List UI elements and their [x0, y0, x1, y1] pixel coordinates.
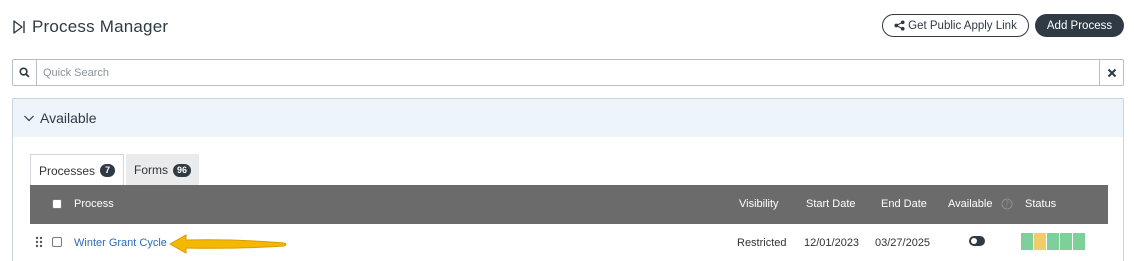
- process-link[interactable]: Winter Grant Cycle: [74, 237, 167, 249]
- drag-handle-icon[interactable]: [35, 236, 43, 248]
- status-bar: [1021, 233, 1086, 250]
- tab-forms-count-badge: 96: [173, 163, 192, 177]
- row-checkbox[interactable]: [52, 237, 62, 247]
- column-header-available[interactable]: Available: [948, 198, 992, 210]
- status-segment: [1021, 233, 1033, 250]
- quick-search-bar: [12, 59, 1124, 86]
- tab-forms-label: Forms: [134, 163, 169, 177]
- page-title: Process Manager: [32, 17, 169, 36]
- add-process-button[interactable]: Add Process: [1035, 14, 1124, 37]
- tab-processes[interactable]: Processes 7: [30, 154, 125, 186]
- get-public-apply-link-button[interactable]: Get Public Apply Link: [882, 14, 1029, 37]
- close-icon: [1107, 68, 1116, 77]
- available-toggle[interactable]: [969, 236, 985, 246]
- column-header-status[interactable]: Status: [1025, 198, 1056, 210]
- clear-search-button[interactable]: [1099, 60, 1123, 85]
- play-bracket-icon: [13, 20, 25, 34]
- column-header-process[interactable]: Process: [74, 198, 114, 210]
- column-header-end-date[interactable]: End Date: [881, 198, 927, 210]
- svg-text:?: ?: [1005, 200, 1009, 209]
- search-icon: [19, 67, 30, 78]
- tab-forms[interactable]: Forms 96: [126, 154, 200, 186]
- page-title-group: Process Manager: [12, 17, 168, 37]
- start-date-cell: 12/01/2023: [804, 237, 860, 249]
- available-panel-title: Available: [40, 110, 97, 126]
- search-button[interactable]: [13, 60, 37, 85]
- available-panel-header[interactable]: Available: [13, 99, 1123, 137]
- chevron-down-icon: [24, 115, 34, 122]
- end-date-cell: 03/27/2025: [875, 237, 931, 249]
- top-bar: Process Manager Get Public Apply Link Ad…: [0, 0, 1134, 52]
- status-segment: [1034, 233, 1046, 250]
- status-segment: [1060, 233, 1072, 250]
- visibility-cell: Restricted: [737, 237, 787, 249]
- tab-processes-label: Processes: [39, 163, 96, 178]
- process-table-header: Process Visibility Start Date End Date A…: [30, 185, 1108, 224]
- status-segment: [1047, 233, 1059, 250]
- select-all-checkbox[interactable]: [52, 199, 62, 209]
- get-public-apply-link-label: Get Public Apply Link: [908, 19, 1017, 32]
- toggle-knob: [971, 238, 977, 244]
- column-header-visibility[interactable]: Visibility: [739, 198, 779, 210]
- annotation-arrow-icon: [168, 234, 287, 254]
- status-segment: [1073, 233, 1085, 250]
- tab-processes-count-badge: 7: [100, 164, 116, 177]
- column-header-start-date[interactable]: Start Date: [806, 198, 856, 210]
- quick-search-input[interactable]: [43, 64, 1093, 81]
- panel-tabs: Processes 7 Forms 96: [30, 154, 200, 186]
- help-icon[interactable]: ?: [1001, 198, 1013, 210]
- share-icon: [894, 20, 905, 31]
